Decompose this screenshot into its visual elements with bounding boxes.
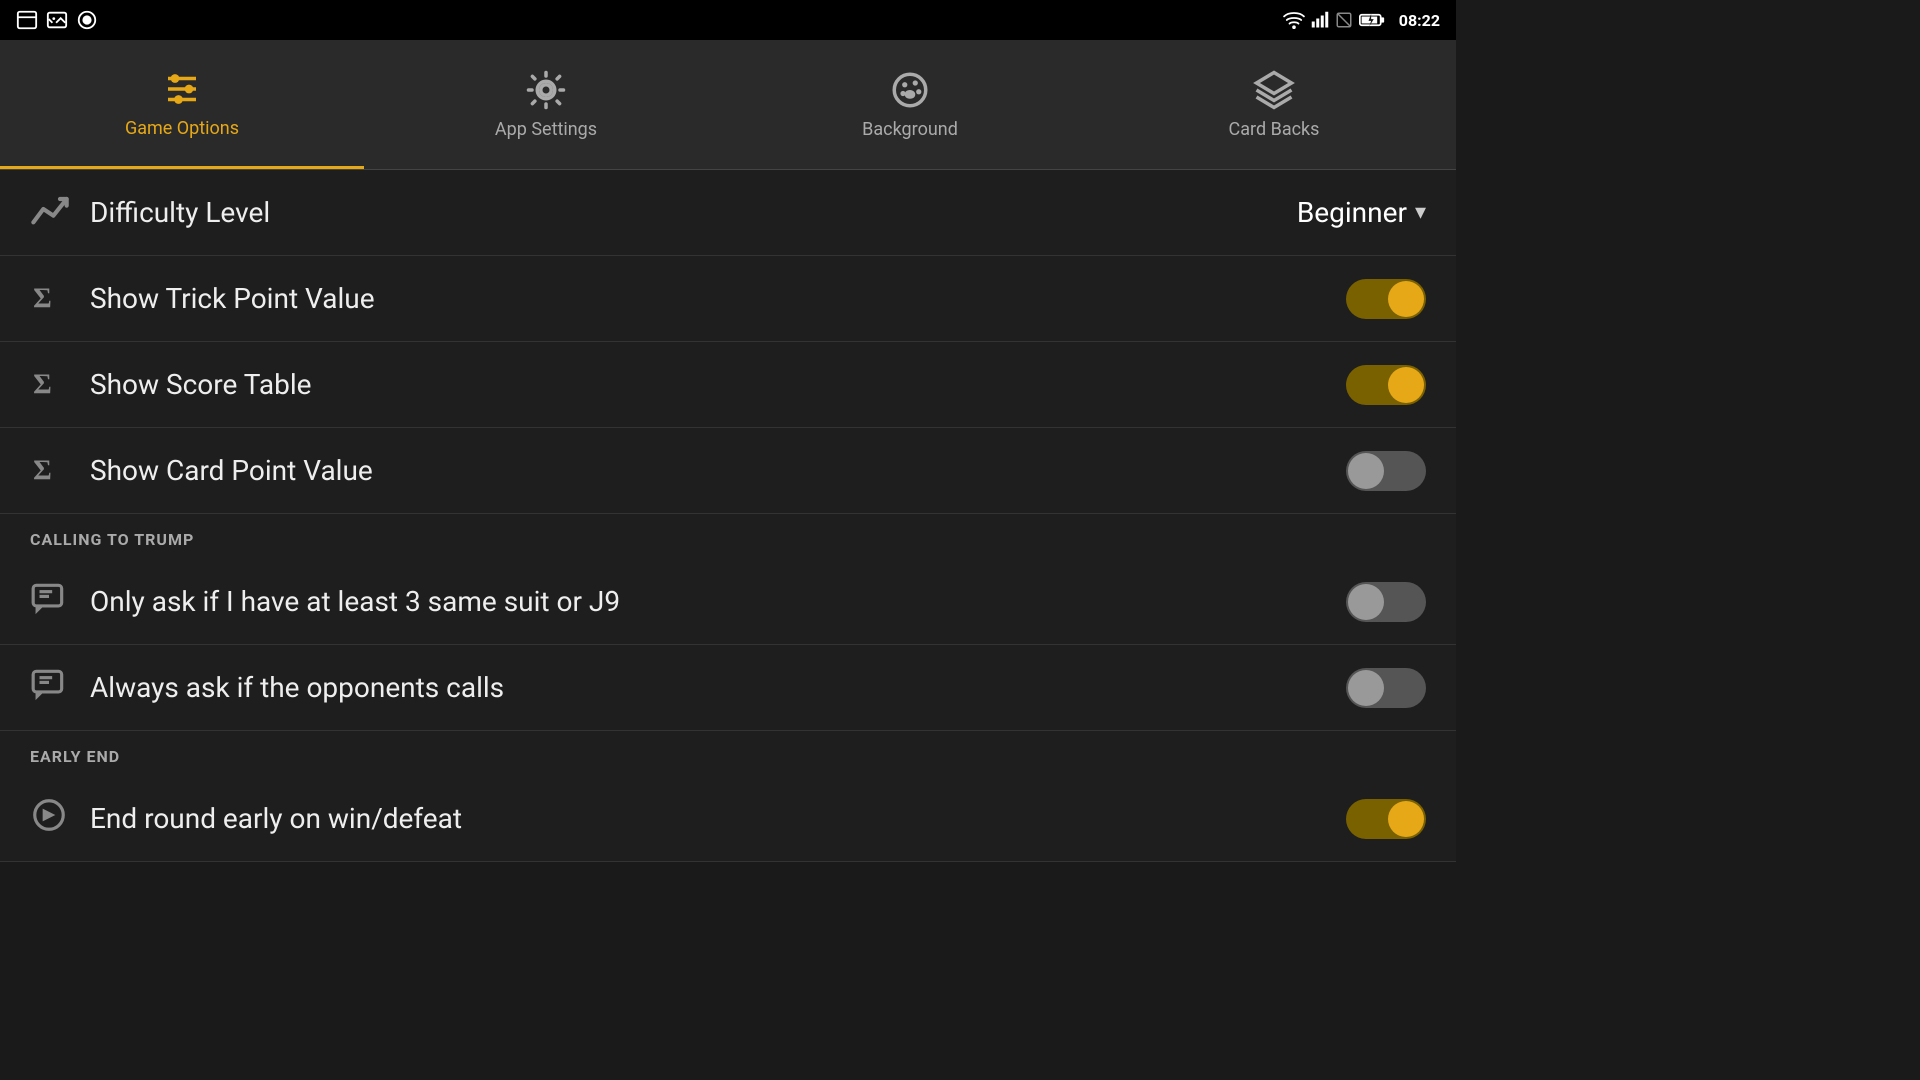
only-ask-3-same-suit-toggle[interactable] (1346, 582, 1426, 622)
svg-text:Σ: Σ (33, 284, 52, 314)
settings-content: Difficulty Level Beginner ▾ Σ Show Trick… (0, 170, 1456, 862)
toggle-knob (1348, 453, 1384, 489)
toggle-knob (1348, 670, 1384, 706)
show-score-table-label: Show Score Table (90, 368, 1346, 401)
only-ask-3-same-suit-row: Only ask if I have at least 3 same suit … (0, 559, 1456, 645)
toggle-knob (1388, 367, 1424, 403)
record-icon (76, 9, 98, 31)
show-score-table-toggle[interactable] (1346, 365, 1426, 405)
tab-background[interactable]: Background (728, 40, 1092, 169)
difficulty-level-label: Difficulty Level (90, 196, 1297, 229)
svg-text:Σ: Σ (33, 370, 52, 400)
status-time: 08:22 (1399, 11, 1440, 30)
status-left-icons (16, 9, 98, 31)
trick-icon: Σ (30, 276, 90, 321)
signal-icon (1311, 11, 1329, 29)
svg-text:Σ: Σ (33, 456, 52, 486)
show-trick-point-value-toggle[interactable] (1346, 279, 1426, 319)
status-bar: 08:22 (0, 0, 1456, 40)
status-right-icons: 08:22 (1283, 11, 1440, 30)
tab-background-label: Background (862, 119, 958, 140)
score-icon: Σ (30, 362, 90, 407)
early-end-header: EARLY END (0, 731, 1456, 776)
tab-game-options[interactable]: Game Options (0, 40, 364, 169)
show-score-table-row: Σ Show Score Table (0, 342, 1456, 428)
battery-icon (1359, 12, 1385, 28)
layers-icon (1253, 69, 1295, 111)
show-card-point-value-row: Σ Show Card Point Value (0, 428, 1456, 514)
card-icon (16, 9, 38, 31)
tab-app-settings-label: App Settings (495, 119, 597, 140)
end-round-early-label: End round early on win/defeat (90, 802, 1346, 835)
show-trick-point-value-row: Σ Show Trick Point Value (0, 256, 1456, 342)
palette-icon (889, 69, 931, 111)
top-nav: Game Options App Settings Background Car… (0, 40, 1456, 170)
difficulty-dropdown-arrow: ▾ (1415, 200, 1426, 225)
photo-icon (46, 9, 68, 31)
chat-icon-1 (30, 579, 90, 624)
toggle-knob (1388, 801, 1424, 837)
show-trick-point-value-label: Show Trick Point Value (90, 282, 1346, 315)
wifi-icon (1283, 11, 1305, 29)
difficulty-value-text: Beginner (1297, 196, 1407, 229)
always-ask-opponents-calls-row: Always ask if the opponents calls (0, 645, 1456, 731)
show-card-point-value-label: Show Card Point Value (90, 454, 1346, 487)
tab-card-backs-label: Card Backs (1229, 119, 1320, 140)
toggle-knob (1348, 584, 1384, 620)
gear-icon (525, 69, 567, 111)
end-round-early-toggle[interactable] (1346, 799, 1426, 839)
sliders-icon (161, 68, 203, 110)
end-round-early-row: End round early on win/defeat (0, 776, 1456, 862)
difficulty-level-row[interactable]: Difficulty Level Beginner ▾ (0, 170, 1456, 256)
tab-game-options-label: Game Options (125, 118, 239, 139)
always-ask-opponents-calls-label: Always ask if the opponents calls (90, 671, 1346, 704)
chat-icon-2 (30, 665, 90, 710)
difficulty-value-display[interactable]: Beginner ▾ (1297, 196, 1426, 229)
only-ask-3-same-suit-label: Only ask if I have at least 3 same suit … (90, 585, 1346, 618)
tab-app-settings[interactable]: App Settings (364, 40, 728, 169)
card-point-icon: Σ (30, 448, 90, 493)
no-sim-icon (1335, 11, 1353, 29)
always-ask-opponents-calls-toggle[interactable] (1346, 668, 1426, 708)
toggle-knob (1388, 281, 1424, 317)
calling-to-trump-header: CALLING TO TRUMP (0, 514, 1456, 559)
flag-icon (30, 796, 90, 841)
difficulty-icon (30, 189, 90, 236)
tab-card-backs[interactable]: Card Backs (1092, 40, 1456, 169)
show-card-point-value-toggle[interactable] (1346, 451, 1426, 491)
